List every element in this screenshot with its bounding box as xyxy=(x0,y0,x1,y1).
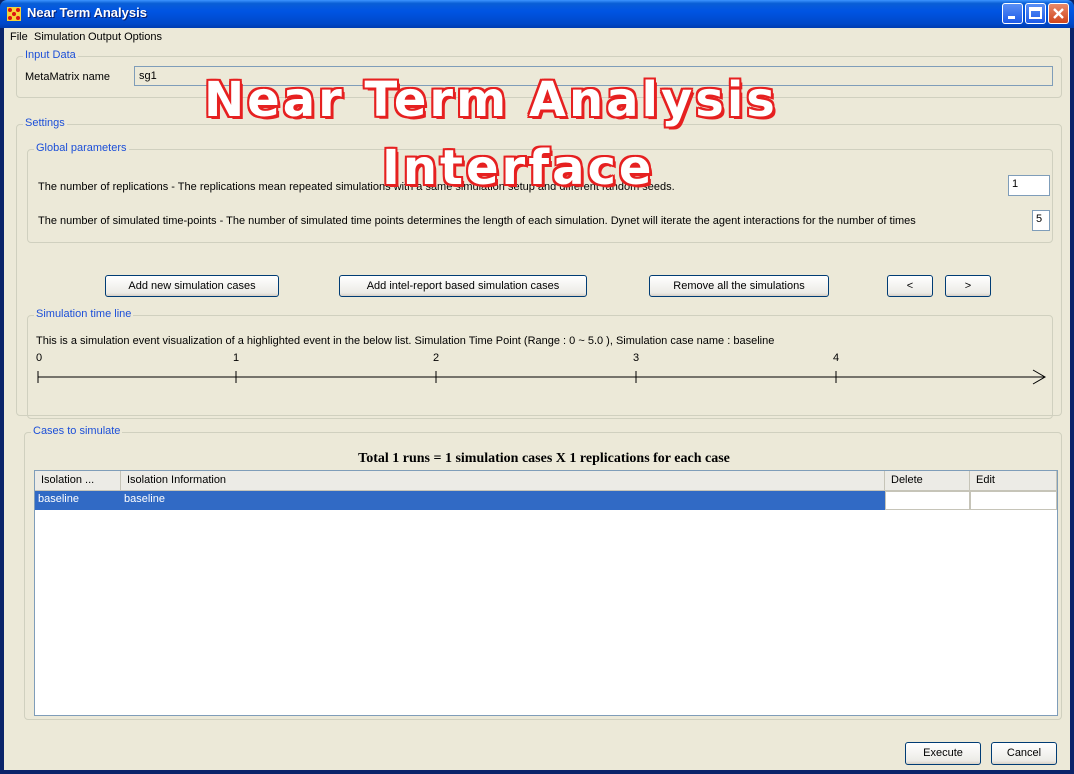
add-new-simulation-cases-button[interactable]: Add new simulation cases xyxy=(105,275,279,297)
app-window: Near Term Analysis File Simulation Outpu… xyxy=(0,0,1074,774)
global-parameters-legend: Global parameters xyxy=(34,142,129,154)
client-area: File Simulation Output Options Input Dat… xyxy=(4,28,1070,770)
cancel-button[interactable]: Cancel xyxy=(991,742,1057,765)
overlay-subtitle: Interface xyxy=(382,140,655,196)
previous-button[interactable]: < xyxy=(887,275,933,297)
row-edit-cell[interactable] xyxy=(970,491,1057,510)
minimize-button[interactable] xyxy=(1002,3,1023,24)
window-title: Near Term Analysis xyxy=(27,5,147,20)
tick-label-4: 4 xyxy=(833,352,840,364)
add-intel-report-cases-button[interactable]: Add intel-report based simulation cases xyxy=(339,275,587,297)
cases-summary: Total 1 runs = 1 simulation cases X 1 re… xyxy=(358,451,730,466)
cases-table: Isolation ... Isolation Information Dele… xyxy=(34,470,1058,716)
tick-label-1: 1 xyxy=(233,352,240,364)
maximize-icon xyxy=(1029,7,1042,19)
tick-label-2: 2 xyxy=(433,352,440,364)
maximize-button[interactable] xyxy=(1025,3,1046,24)
menu-bar: File Simulation Output Options xyxy=(4,28,1070,48)
input-data-legend: Input Data xyxy=(23,49,78,61)
close-button[interactable] xyxy=(1048,3,1069,24)
settings-legend: Settings xyxy=(23,117,67,129)
menu-output-options[interactable]: Output Options xyxy=(88,31,162,43)
next-button[interactable]: > xyxy=(945,275,991,297)
tick-label-0: 0 xyxy=(36,352,43,364)
title-bar[interactable]: Near Term Analysis xyxy=(0,0,1074,28)
close-icon xyxy=(1053,8,1064,19)
cases-legend: Cases to simulate xyxy=(31,425,123,437)
row-isolation-name[interactable]: baseline xyxy=(35,491,121,510)
execute-button[interactable]: Execute xyxy=(905,742,981,765)
network-app-icon xyxy=(7,7,21,21)
menu-file[interactable]: File xyxy=(10,31,28,43)
minimize-icon xyxy=(1008,16,1015,19)
table-row[interactable]: baseline baseline xyxy=(35,471,1057,511)
simulation-timeline-legend: Simulation time line xyxy=(34,308,134,320)
remove-all-simulations-button[interactable]: Remove all the simulations xyxy=(649,275,829,297)
metamatrix-label: MetaMatrix name xyxy=(25,71,110,83)
tick-label-3: 3 xyxy=(633,352,640,364)
overlay-title: Near Term Analysis xyxy=(204,72,778,128)
timeline-axis xyxy=(37,369,1046,385)
timepoints-label: The number of simulated time-points - Th… xyxy=(38,215,916,227)
timepoints-input[interactable]: 5 xyxy=(1032,210,1050,231)
replications-input[interactable]: 1 xyxy=(1008,175,1050,196)
row-isolation-info[interactable]: baseline xyxy=(121,491,885,510)
timeline-description: This is a simulation event visualization… xyxy=(36,335,775,347)
simulation-timeline-group: Simulation time line This is a simulatio… xyxy=(27,308,1053,419)
menu-simulation[interactable]: Simulation xyxy=(34,31,85,43)
row-delete-cell[interactable] xyxy=(885,491,970,510)
